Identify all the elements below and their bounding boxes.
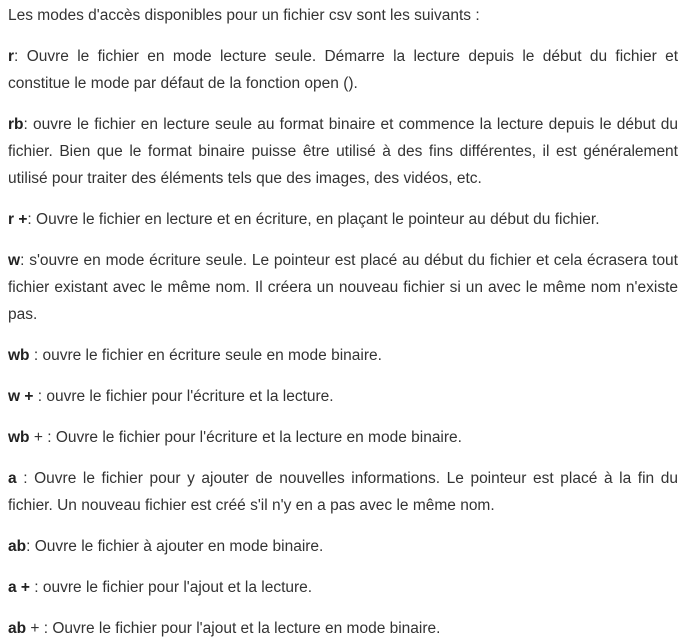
mode-key: rb — [8, 116, 24, 133]
mode-separator: : — [16, 470, 35, 487]
mode-separator: : — [29, 347, 43, 364]
mode-description: s'ouvre en mode écriture seule. Le point… — [8, 252, 678, 323]
mode-key: r + — [8, 211, 28, 228]
mode-description: Ouvre le fichier pour y ajouter de nouve… — [8, 470, 678, 514]
mode-separator: : — [29, 579, 43, 596]
mode-a-plus-paragraph: a + : ouvre le fichier pour l'ajout et l… — [8, 574, 678, 601]
mode-description: Ouvre le fichier en mode lecture seule. … — [8, 48, 678, 92]
mode-key: a — [8, 470, 17, 487]
mode-key: ab — [8, 538, 27, 555]
mode-separator: : — [33, 388, 47, 405]
mode-key: w + — [8, 388, 34, 405]
mode-ab-paragraph: ab: Ouvre le fichier à ajouter en mode b… — [8, 533, 678, 560]
mode-key: w — [8, 252, 21, 269]
mode-description: ouvre le fichier en écriture seule en mo… — [42, 347, 382, 364]
mode-a-paragraph: a : Ouvre le fichier pour y ajouter de n… — [8, 465, 678, 519]
mode-w-paragraph: w: s'ouvre en mode écriture seule. Le po… — [8, 247, 678, 328]
document-body: Les modes d'accès disponibles pour un fi… — [0, 0, 698, 642]
mode-key: a + — [8, 579, 30, 596]
mode-description: Ouvre le fichier pour l'écriture et la l… — [55, 429, 462, 446]
mode-wb-plus-paragraph: wb + : Ouvre le fichier pour l'écriture … — [8, 424, 678, 451]
mode-description: ouvre le fichier pour l'ajout et la lect… — [42, 579, 313, 596]
intro-paragraph: Les modes d'accès disponibles pour un fi… — [8, 7, 480, 24]
mode-key: ab — [8, 620, 27, 637]
mode-rb-paragraph: rb: ouvre le fichier en lecture seule au… — [8, 111, 678, 192]
mode-separator: : — [26, 538, 35, 555]
mode-wb-paragraph: wb : ouvre le fichier en écriture seule … — [8, 342, 678, 369]
mode-description: ouvre le fichier pour l'écriture et la l… — [46, 388, 334, 405]
mode-ab-plus-paragraph: ab + : Ouvre le fichier pour l'ajout et … — [8, 615, 678, 642]
mode-separator: + : — [26, 620, 53, 637]
mode-separator: : — [23, 116, 34, 133]
mode-key: wb — [8, 347, 30, 364]
mode-description: ouvre le fichier en lecture seule au for… — [8, 116, 678, 187]
mode-description: Ouvre le fichier à ajouter en mode binai… — [34, 538, 324, 555]
mode-description: Ouvre le fichier en lecture et en écritu… — [36, 211, 600, 228]
mode-separator: : — [27, 211, 37, 228]
mode-separator: + : — [29, 429, 56, 446]
mode-key: wb — [8, 429, 30, 446]
mode-description: Ouvre le fichier pour l'ajout et la lect… — [52, 620, 441, 637]
mode-r-paragraph: r: Ouvre le fichier en mode lecture seul… — [8, 43, 678, 97]
mode-separator: : — [20, 252, 30, 269]
mode-separator: : — [14, 48, 27, 65]
mode-w-plus-paragraph: w + : ouvre le fichier pour l'écriture e… — [8, 383, 678, 410]
mode-r-plus-paragraph: r +: Ouvre le fichier en lecture et en é… — [8, 206, 678, 233]
